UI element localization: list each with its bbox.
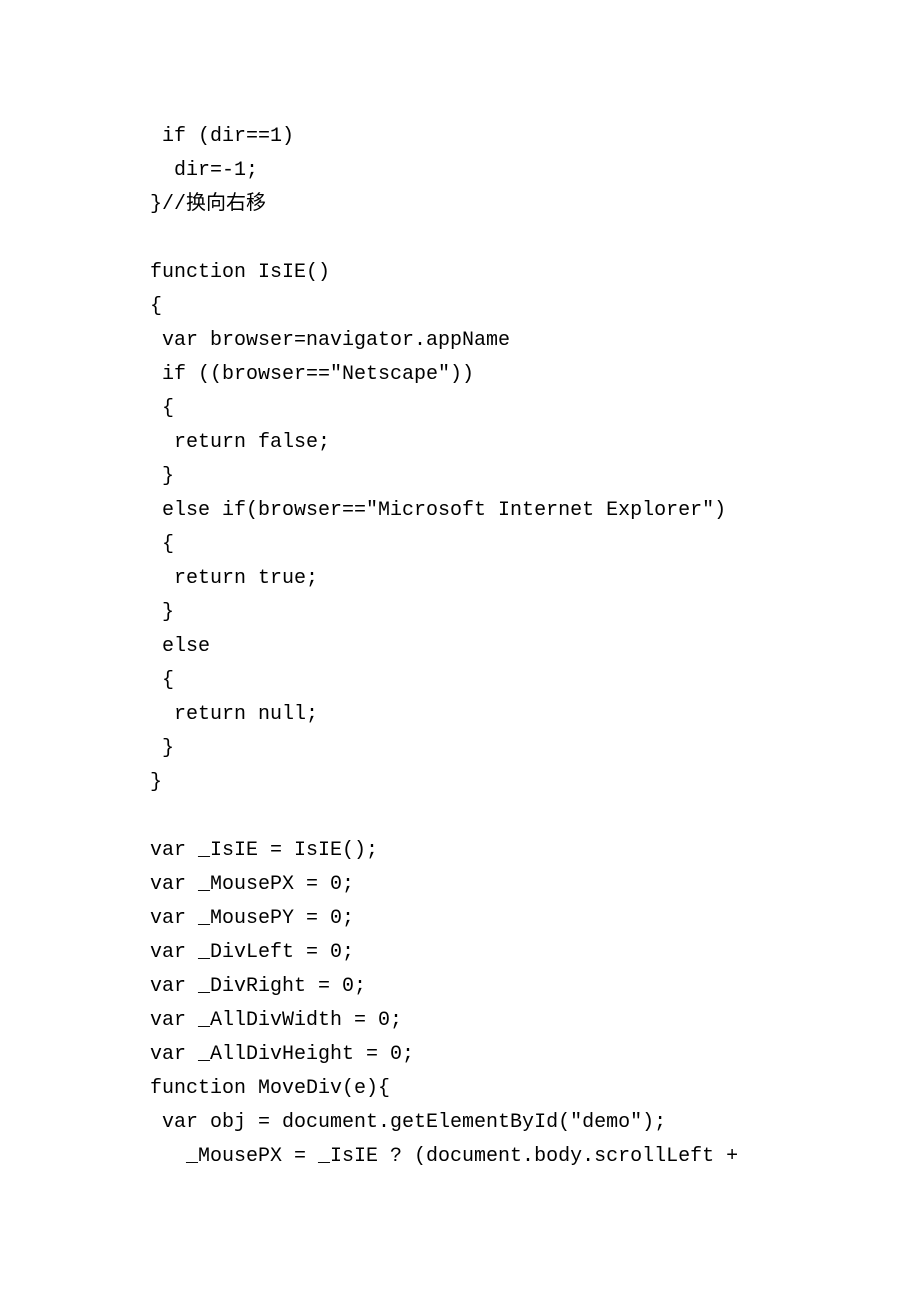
code-line: { <box>150 290 920 324</box>
code-line: var _AllDivWidth = 0; <box>150 1004 920 1038</box>
code-line: var _DivLeft = 0; <box>150 936 920 970</box>
code-line: function IsIE() <box>150 256 920 290</box>
code-line: var _AllDivHeight = 0; <box>150 1038 920 1072</box>
code-line <box>150 800 920 834</box>
code-line: if (dir==1) <box>150 120 920 154</box>
code-line: { <box>150 528 920 562</box>
code-line: if ((browser=="Netscape")) <box>150 358 920 392</box>
code-line: var _IsIE = IsIE(); <box>150 834 920 868</box>
code-line: return true; <box>150 562 920 596</box>
code-line: else <box>150 630 920 664</box>
code-line: function MoveDiv(e){ <box>150 1072 920 1106</box>
code-line: var _MousePX = 0; <box>150 868 920 902</box>
code-line: } <box>150 596 920 630</box>
code-line: var _MousePY = 0; <box>150 902 920 936</box>
code-line: return null; <box>150 698 920 732</box>
code-line: } <box>150 732 920 766</box>
code-line <box>150 222 920 256</box>
code-line: var _DivRight = 0; <box>150 970 920 1004</box>
code-line: } <box>150 460 920 494</box>
code-line: dir=-1; <box>150 154 920 188</box>
code-line: _MousePX = _IsIE ? (document.body.scroll… <box>150 1140 920 1174</box>
code-line: } <box>150 766 920 800</box>
code-block: if (dir==1) dir=-1;}//换向右移 function IsIE… <box>0 0 920 1174</box>
code-line: { <box>150 392 920 426</box>
code-line: var obj = document.getElementById("demo"… <box>150 1106 920 1140</box>
code-line: else if(browser=="Microsoft Internet Exp… <box>150 494 920 528</box>
code-line: var browser=navigator.appName <box>150 324 920 358</box>
code-line: return false; <box>150 426 920 460</box>
code-line: { <box>150 664 920 698</box>
code-line: }//换向右移 <box>150 188 920 222</box>
